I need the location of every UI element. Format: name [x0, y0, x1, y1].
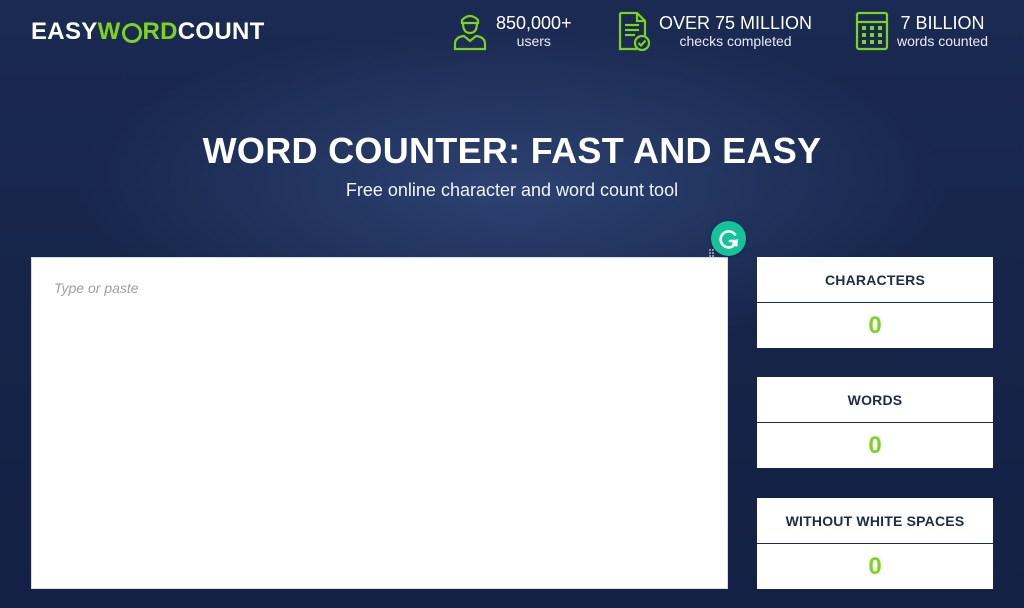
site-logo[interactable]: EASY W RD COUNT	[31, 18, 265, 46]
words-value: 0	[868, 431, 882, 459]
logo-o-ring-icon	[121, 23, 142, 43]
text-input[interactable]	[32, 258, 727, 588]
drag-handle-icon[interactable]	[709, 249, 715, 257]
without-white-spaces-value: 0	[868, 552, 882, 580]
stat-users: 850,000+ users	[452, 8, 572, 54]
document-check-icon	[618, 11, 651, 51]
stat-words-label: words counted	[897, 33, 989, 50]
without-white-spaces-counter: WITHOUT WHITE SPACES 0	[757, 498, 993, 589]
stat-users-value: 850,000+	[496, 12, 572, 33]
words-counter: WORDS 0	[757, 377, 993, 468]
page-title: WORD COUNTER: FAST AND EASY	[202, 130, 822, 171]
characters-counter: CHARACTERS 0	[757, 257, 993, 348]
stat-words-value: 7 BILLION	[900, 12, 985, 33]
without-white-spaces-label: WITHOUT WHITE SPACES	[757, 498, 993, 544]
stat-checks: OVER 75 MILLION checks completed	[617, 8, 812, 54]
stat-checks-label: checks completed	[679, 33, 792, 50]
logo-text-easy: EASY	[31, 18, 98, 45]
user-icon	[453, 14, 487, 51]
stat-words: 7 BILLION words counted	[855, 8, 988, 54]
text-editor[interactable]	[31, 257, 728, 589]
page-subtitle: Free online character and word count too…	[345, 180, 679, 200]
stat-checks-value: OVER 75 MILLION	[659, 12, 813, 33]
logo-text-count: COUNT	[177, 18, 265, 45]
characters-value: 0	[868, 311, 882, 339]
logo-text-rd: RD	[142, 18, 178, 45]
grammarly-icon	[718, 229, 738, 249]
calculator-icon	[855, 11, 889, 51]
logo-text-w: W	[97, 18, 121, 45]
grammarly-button[interactable]	[711, 221, 746, 256]
stat-users-label: users	[516, 33, 551, 50]
characters-label: CHARACTERS	[757, 257, 993, 303]
words-label: WORDS	[757, 377, 993, 423]
